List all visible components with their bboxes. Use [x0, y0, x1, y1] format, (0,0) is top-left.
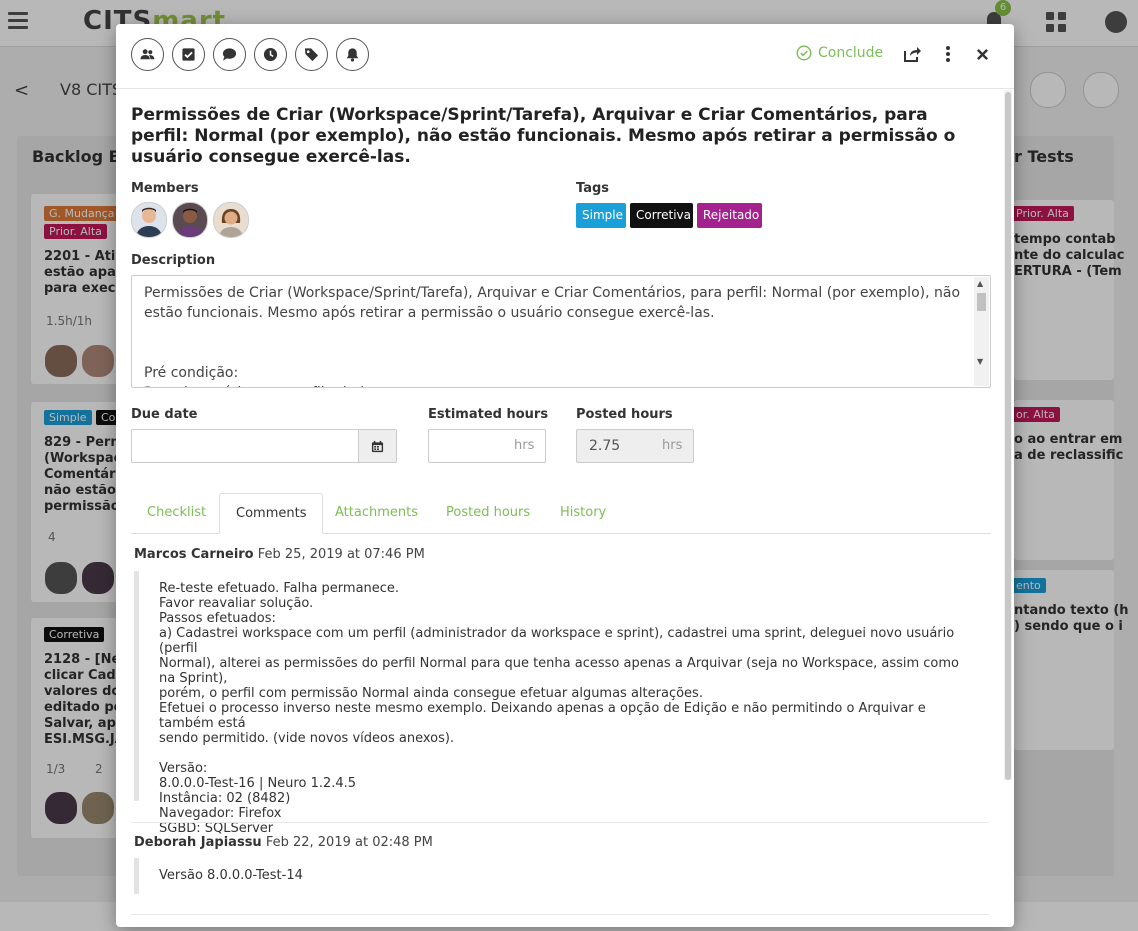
members-button[interactable] [131, 38, 164, 71]
due-date-label: Due date [131, 407, 198, 422]
close-button[interactable] [972, 44, 992, 64]
tags-label: Tags [576, 181, 610, 196]
calendar-icon [371, 440, 384, 452]
description-label: Description [131, 253, 216, 268]
check-circle-icon [796, 45, 812, 61]
comment-author: Deborah Japiassu [134, 835, 262, 850]
comments-button[interactable] [213, 38, 246, 71]
tab-posted-hours[interactable]: Posted hours [430, 493, 546, 533]
comment-icon [222, 48, 237, 61]
tag-icon [304, 48, 319, 62]
posted-hours-label: Posted hours [576, 407, 673, 422]
tag-rejeitado[interactable]: Rejeitado [697, 203, 762, 228]
estimated-hours-unit: hrs [514, 438, 535, 453]
description-scrollbar[interactable]: ▲ ▼ [974, 277, 989, 386]
share-button[interactable] [902, 44, 922, 64]
posted-hours-unit: hrs [662, 438, 683, 453]
clock-icon [263, 47, 278, 62]
detail-tabs: Checklist Comments Attachments Posted ho… [131, 493, 991, 534]
comment-divider [131, 914, 989, 915]
description-text: Permissões de Criar (Workspace/Sprint/Ta… [144, 285, 961, 387]
users-icon [140, 49, 155, 60]
checkbox-icon [182, 48, 195, 61]
avatar[interactable] [213, 202, 249, 238]
description-textarea[interactable]: Permissões de Criar (Workspace/Sprint/Ta… [131, 275, 991, 388]
calendar-button[interactable] [358, 429, 397, 463]
modal-scrollbar[interactable] [1004, 90, 1012, 780]
notifications-button[interactable] [336, 38, 369, 71]
comment-body: Re-teste efetuado. Falha permanece. Favo… [134, 571, 972, 836]
estimated-hours-label: Estimated hours [428, 407, 549, 422]
tab-comments[interactable]: Comments [219, 493, 324, 534]
tags-button[interactable] [295, 38, 328, 71]
tab-history[interactable]: History [544, 493, 622, 533]
comment-divider [131, 822, 989, 823]
task-modal: Conclude Permissões de Criar (Workspace/… [116, 24, 1014, 927]
more-options-button[interactable] [938, 44, 958, 64]
modal-toolbar: Conclude [116, 24, 1014, 89]
comment-timestamp: Feb 22, 2019 at 02:48 PM [265, 835, 433, 850]
members-label: Members [131, 181, 199, 196]
comment-body: Versão 8.0.0.0-Test-14 [134, 858, 972, 894]
comment-text: Re-teste efetuado. Falha permanece. Favo… [159, 581, 960, 836]
tag-simple[interactable]: Simple [576, 203, 626, 228]
close-icon [976, 48, 988, 60]
checklist-button[interactable] [172, 38, 205, 71]
comment-header: Marcos Carneiro Feb 25, 2019 at 07:46 PM [134, 547, 425, 562]
bell-icon [346, 48, 359, 62]
conclude-button[interactable]: Conclude [796, 45, 883, 61]
share-icon [904, 47, 921, 62]
dots-vertical-icon [946, 46, 950, 62]
tab-attachments[interactable]: Attachments [319, 493, 434, 533]
avatar[interactable] [131, 202, 167, 238]
tab-checklist[interactable]: Checklist [131, 493, 222, 533]
comment-author: Marcos Carneiro [134, 547, 254, 562]
comment-timestamp: Feb 25, 2019 at 07:46 PM [257, 547, 425, 562]
avatar[interactable] [172, 202, 208, 238]
comment-text: Versão 8.0.0.0-Test-14 [159, 868, 303, 883]
comment-header: Deborah Japiassu Feb 22, 2019 at 02:48 P… [134, 835, 433, 850]
conclude-label: Conclude [818, 45, 884, 61]
due-date-input[interactable] [131, 429, 359, 463]
task-title: Permissões de Criar (Workspace/Sprint/Ta… [131, 105, 956, 167]
tag-corretiva[interactable]: Corretiva [630, 203, 693, 228]
hours-button[interactable] [254, 38, 287, 71]
